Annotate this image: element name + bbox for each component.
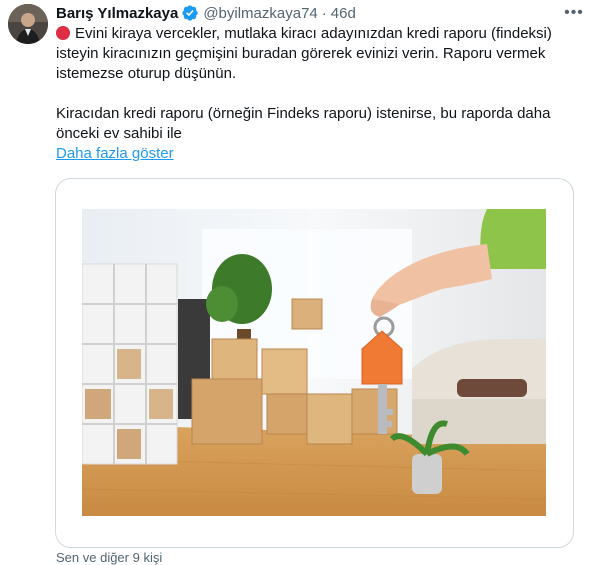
author-avatar[interactable] <box>8 4 48 44</box>
house-key-photo-image <box>82 209 546 516</box>
tweet-header: Barış Yılmazkaya @byilmazkaya74 · 46d ••… <box>56 3 584 23</box>
tweet-paragraph-1-text: Evini kiraya vercekler, mutlaka kiracı a… <box>56 25 552 82</box>
liked-by-line[interactable]: Sen ve diğer 9 kişi <box>56 550 162 565</box>
profile-avatar-icon <box>8 4 48 44</box>
red-circle-emoji-icon <box>56 26 70 40</box>
tweet-media-card[interactable] <box>55 178 574 548</box>
tweet-paragraph-1: Evini kiraya vercekler, mutlaka kiracı a… <box>56 24 574 84</box>
separator-dot: · <box>321 4 327 22</box>
author-display-name[interactable]: Barış Yılmazkaya <box>56 5 178 22</box>
tweet-timestamp[interactable]: 46d <box>331 5 356 22</box>
author-handle[interactable]: @byilmazkaya74 <box>203 5 317 22</box>
show-more-link[interactable]: Daha fazla göster <box>56 144 174 164</box>
more-options-icon[interactable]: ••• <box>564 3 584 23</box>
tweet-paragraph-2: Kiracıdan kredi raporu (örneğin Findeks … <box>56 105 551 142</box>
verified-badge-icon <box>182 5 198 21</box>
tweet-body: Evini kiraya vercekler, mutlaka kiracı a… <box>56 24 574 164</box>
house-key-photo[interactable] <box>82 209 546 516</box>
